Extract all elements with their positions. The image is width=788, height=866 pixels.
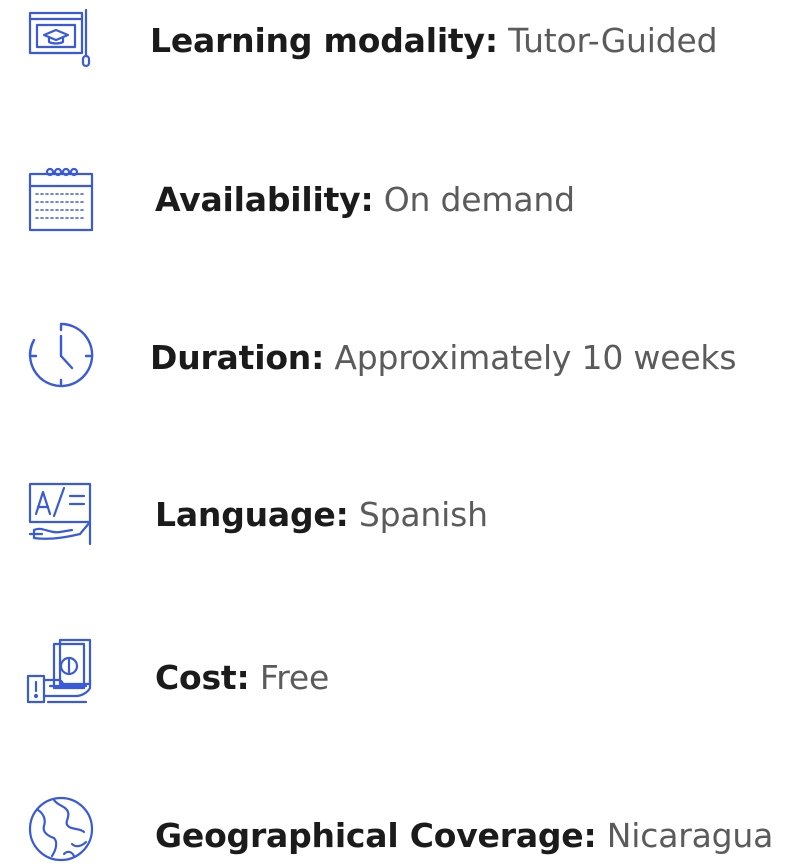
feature-label: Geographical Coverage: bbox=[155, 816, 597, 855]
feature-value: Nicaragua bbox=[606, 816, 774, 855]
feature-text: Duration: Approximately 10 weeks bbox=[150, 338, 737, 378]
clock-icon bbox=[24, 318, 98, 392]
feature-value: Spanish bbox=[358, 495, 488, 534]
feature-row-geographical-coverage: Geographical Coverage: Nicaragua bbox=[0, 786, 788, 866]
feature-label: Language: bbox=[155, 495, 349, 534]
feature-label: Duration: bbox=[150, 338, 325, 377]
feature-value: Free bbox=[259, 658, 330, 697]
feature-text: Language: Spanish bbox=[155, 495, 488, 535]
feature-text: Availability: On demand bbox=[155, 180, 575, 220]
feature-value: Tutor-Guided bbox=[508, 21, 718, 60]
feature-row-availability: Availability: On demand bbox=[0, 160, 788, 240]
cash-in-hand-icon bbox=[24, 636, 98, 710]
feature-label: Learning modality: bbox=[150, 21, 498, 60]
feature-row-learning-modality: Learning modality: Tutor-Guided bbox=[0, 0, 788, 80]
feature-row-duration: Duration: Approximately 10 weeks bbox=[0, 318, 788, 398]
feature-value: On demand bbox=[383, 180, 575, 219]
feature-value: Approximately 10 weeks bbox=[334, 338, 737, 377]
feature-label: Cost: bbox=[155, 658, 250, 697]
feature-label: Availability: bbox=[155, 180, 374, 219]
feature-text: Geographical Coverage: Nicaragua bbox=[155, 816, 773, 856]
feature-row-language: Language: Spanish bbox=[0, 478, 788, 558]
translation-icon bbox=[24, 478, 98, 552]
feature-row-cost: Cost: Free bbox=[0, 636, 788, 716]
online-course-icon bbox=[24, 4, 98, 78]
feature-text: Learning modality: Tutor-Guided bbox=[150, 21, 718, 61]
feature-text: Cost: Free bbox=[155, 658, 329, 698]
calendar-icon bbox=[24, 162, 98, 236]
globe-icon bbox=[24, 792, 98, 866]
